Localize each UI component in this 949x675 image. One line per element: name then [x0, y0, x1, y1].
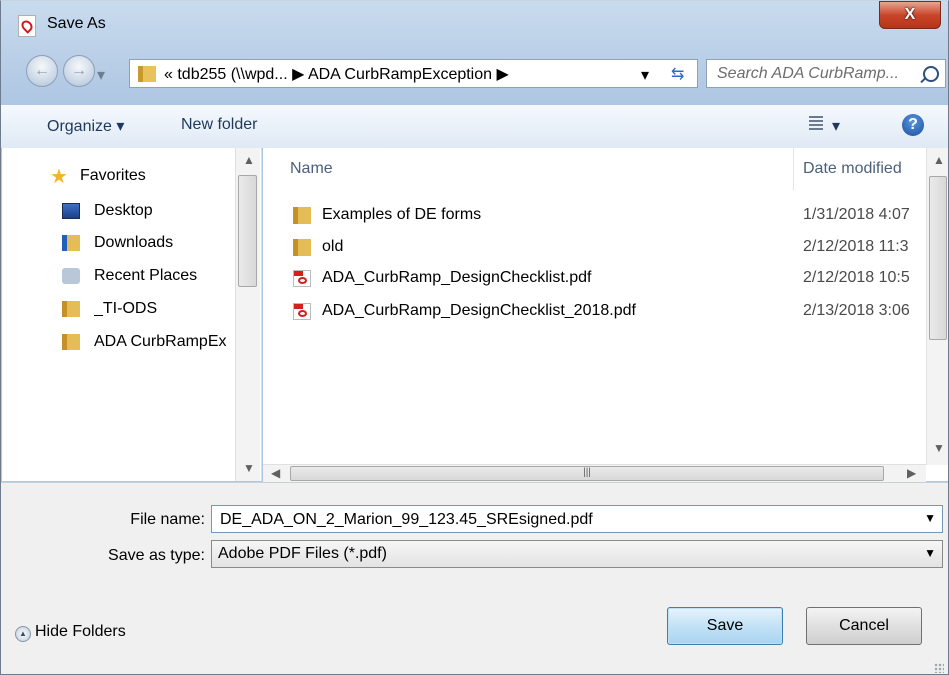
views-dropdown-icon[interactable]: ▾ [832, 116, 840, 136]
nav-item-ada-curbramp[interactable]: ADA CurbRampEx [2, 330, 237, 356]
nav-item-label: Favorites [80, 167, 146, 184]
nav-item-label: Downloads [94, 234, 174, 251]
scrollbar-thumb[interactable] [929, 176, 947, 340]
nav-item-downloads[interactable]: Downloads [2, 231, 237, 257]
nav-item-desktop[interactable]: Desktop [2, 199, 237, 225]
recent-places-icon [62, 268, 80, 284]
new-folder-button[interactable]: New folder [181, 116, 257, 134]
column-divider[interactable] [793, 148, 794, 190]
address-dropdown-icon[interactable]: ▾ [641, 65, 649, 85]
forward-button[interactable]: → [63, 55, 95, 87]
organize-menu[interactable]: Organize ▾ [47, 116, 124, 136]
window-title: Save As [47, 15, 106, 32]
pdf-icon [293, 270, 311, 287]
address-path[interactable]: « tdb255 (\\wpd... ▶ ADA CurbRampExcepti… [164, 64, 509, 84]
collapse-icon[interactable]: ▲ [15, 626, 31, 642]
scroll-down-icon[interactable]: ▼ [243, 461, 255, 475]
views-icon[interactable] [809, 116, 823, 130]
scrollbar-thumb[interactable] [238, 175, 257, 287]
file-date: 1/31/2018 4:07 [803, 206, 910, 223]
chevron-down-icon[interactable]: ▼ [924, 511, 936, 525]
save-button[interactable]: Save [667, 607, 783, 645]
search-icon[interactable] [923, 66, 939, 82]
search-input[interactable] [715, 63, 919, 85]
nav-item-label: _TI-ODS [94, 300, 158, 317]
folder-icon [62, 334, 80, 350]
nav-pane-scrollbar[interactable]: ▲ ▼ [235, 148, 260, 481]
file-name: ADA_CurbRamp_DesignChecklist.pdf [322, 269, 592, 286]
folder-icon [293, 207, 311, 224]
downloads-icon [62, 235, 80, 251]
save-options-panel: File name: ▼ Save as type: Adobe PDF Fil… [1, 482, 948, 674]
save-as-dialog: Save As X ← → ▾ « tdb255 (\\wpd... ▶ ADA… [0, 0, 949, 675]
navigation-pane: ★ Favorites Desktop Downloads Recent Pla… [2, 148, 262, 481]
file-name: Examples of DE forms [322, 206, 482, 223]
close-button[interactable]: X [879, 1, 941, 29]
file-date: 2/13/2018 3:06 [803, 302, 910, 319]
file-list-vertical-scrollbar[interactable]: ▲ ▼ [926, 148, 948, 465]
file-date: 2/12/2018 10:5 [803, 269, 910, 286]
hide-folders-button[interactable]: Hide Folders [35, 623, 126, 641]
toolbar: Organize ▾ New folder ▾ ? [1, 105, 948, 149]
help-icon[interactable]: ? [902, 114, 924, 136]
file-date: 2/12/2018 11:3 [803, 238, 909, 255]
chevron-down-icon: ▾ [97, 67, 106, 84]
nav-item-label: Desktop [94, 202, 153, 219]
scroll-up-icon[interactable]: ▲ [243, 153, 255, 167]
pdf-icon [293, 303, 311, 320]
column-header-date-modified[interactable]: Date modified [803, 160, 902, 202]
file-list-horizontal-scrollbar[interactable]: ◀ ||| ▶ [263, 464, 926, 482]
file-name: ADA_CurbRamp_DesignChecklist_2018.pdf [322, 302, 636, 319]
nav-item-ti-ods[interactable]: _TI-ODS [2, 297, 237, 323]
cancel-button[interactable]: Cancel [806, 607, 922, 645]
star-icon: ★ [50, 166, 68, 188]
folder-icon [293, 239, 311, 256]
file-row[interactable]: ADA_CurbRamp_DesignChecklist.pdf 2/12/20… [263, 264, 923, 294]
title-bar[interactable]: Save As X [1, 1, 948, 51]
scroll-right-icon[interactable]: ▶ [907, 466, 916, 480]
scroll-left-icon[interactable]: ◀ [271, 466, 280, 480]
search-box[interactable] [706, 59, 946, 88]
file-name: old [322, 238, 344, 255]
scroll-down-icon[interactable]: ▼ [933, 441, 945, 455]
scroll-up-icon[interactable]: ▲ [933, 153, 945, 167]
nav-item-recent-places[interactable]: Recent Places [2, 264, 237, 290]
address-bar[interactable]: « tdb255 (\\wpd... ▶ ADA CurbRampExcepti… [129, 59, 698, 88]
save-type-value: Adobe PDF Files (*.pdf) [218, 545, 387, 562]
file-name-label: File name: [130, 511, 205, 528]
save-type-label: Save as type: [108, 547, 205, 564]
nav-item-favorites[interactable]: ★ Favorites [2, 164, 237, 190]
recent-locations-dropdown[interactable]: ▾ [97, 65, 115, 84]
column-header-name[interactable]: Name [290, 160, 333, 202]
file-row[interactable]: Examples of DE forms 1/31/2018 4:07 [263, 201, 923, 231]
back-arrow-icon: ← [34, 62, 50, 79]
refresh-icon[interactable]: ⇆ [671, 64, 684, 84]
folder-icon [138, 66, 156, 82]
file-row[interactable]: ADA_CurbRamp_DesignChecklist_2018.pdf 2/… [263, 297, 923, 327]
acrobat-icon [18, 15, 36, 37]
save-type-select[interactable]: Adobe PDF Files (*.pdf) ▼ [211, 540, 943, 568]
desktop-icon [62, 203, 80, 219]
file-name-combobox[interactable]: ▼ [211, 505, 943, 533]
nav-item-label: ADA CurbRampEx [94, 333, 227, 350]
chevron-down-icon[interactable]: ▼ [924, 546, 936, 560]
resize-grip-icon[interactable] [934, 663, 944, 673]
back-button[interactable]: ← [26, 55, 58, 87]
nav-item-label: Recent Places [94, 267, 198, 284]
folder-icon [62, 301, 80, 317]
file-row[interactable]: old 2/12/2018 11:3 [263, 233, 923, 263]
scrollbar-thumb[interactable]: ||| [290, 466, 884, 481]
file-list: Name Date modified Examples of DE forms … [263, 148, 948, 481]
file-name-input[interactable] [218, 509, 912, 531]
forward-arrow-icon: → [71, 62, 87, 79]
